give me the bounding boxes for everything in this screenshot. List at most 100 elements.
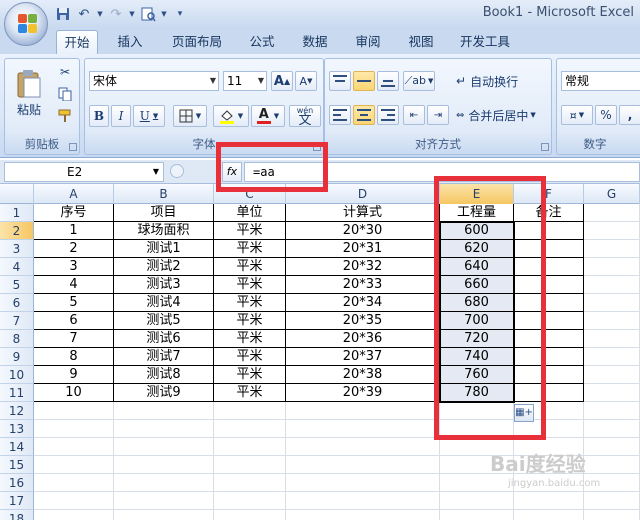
tab-formulas[interactable]: 公式 [240, 30, 284, 54]
customize-icon[interactable]: ▾ [171, 5, 189, 23]
chevron-down-icon[interactable]: ▼ [96, 5, 104, 23]
sheet-cell[interactable]: 20*35 [286, 312, 440, 330]
sheet-cell[interactable] [114, 420, 214, 438]
accounting-button[interactable]: ¤ ▼ [561, 105, 593, 125]
header-cell[interactable]: 单位 [214, 204, 286, 222]
name-box[interactable]: E2 ▼ [4, 162, 164, 182]
sheet-cell[interactable] [440, 420, 514, 438]
sheet-cell[interactable]: 20*39 [286, 384, 440, 402]
insert-function-button[interactable]: fx [222, 162, 242, 182]
sheet-cell[interactable]: 9 [34, 366, 114, 384]
sheet-cell[interactable]: 平米 [214, 312, 286, 330]
row-header-6[interactable]: 6 [0, 294, 34, 312]
sheet-cell[interactable] [440, 510, 514, 520]
sheet-cell[interactable] [286, 402, 440, 420]
alignment-launcher-icon[interactable] [541, 143, 549, 151]
shrink-font-button[interactable]: A ▼ [295, 71, 317, 91]
sheet-cell[interactable] [114, 510, 214, 520]
sheet-cell[interactable] [34, 474, 114, 492]
sheet-cell[interactable]: 20*34 [286, 294, 440, 312]
sheet-cell[interactable] [584, 330, 640, 348]
sheet-cell[interactable] [584, 456, 640, 474]
font-launcher-icon[interactable] [313, 143, 321, 151]
sheet-cell[interactable]: 20*36 [286, 330, 440, 348]
wrap-text-button[interactable]: ↵ 自动换行 [455, 71, 549, 91]
sheet-cell[interactable]: 660 [440, 276, 514, 294]
tab-home[interactable]: 开始 [56, 30, 98, 54]
sheet-cell[interactable]: 20*38 [286, 366, 440, 384]
row-header-16[interactable]: 16 [0, 474, 34, 492]
sheet-cell[interactable]: 760 [440, 366, 514, 384]
sheet-cell[interactable] [514, 348, 584, 366]
sheet-cell[interactable] [514, 492, 584, 510]
formula-bar-knob[interactable] [170, 164, 184, 178]
sheet-cell[interactable] [584, 492, 640, 510]
sheet-cell[interactable] [440, 402, 514, 420]
sheet-cell[interactable] [114, 402, 214, 420]
sheet-cell[interactable] [286, 492, 440, 510]
sheet-cell[interactable] [34, 438, 114, 456]
sheet-cell[interactable]: 平米 [214, 384, 286, 402]
underline-button[interactable]: U ▼ [133, 105, 165, 127]
sheet-cell[interactable]: 测试1 [114, 240, 214, 258]
row-header-3[interactable]: 3 [0, 240, 34, 258]
sheet-cell[interactable]: 20*31 [286, 240, 440, 258]
row-header-7[interactable]: 7 [0, 312, 34, 330]
column-header-c[interactable]: C [214, 184, 286, 204]
sheet-cell[interactable] [114, 456, 214, 474]
redo-icon[interactable]: ↷ [107, 5, 125, 23]
sheet-cell[interactable]: 20*32 [286, 258, 440, 276]
column-header-f[interactable]: F [514, 184, 584, 204]
sheet-cell[interactable]: 球场面积 [114, 222, 214, 240]
sheet-cell[interactable] [584, 312, 640, 330]
sheet-cell[interactable] [34, 420, 114, 438]
select-all-corner[interactable] [0, 184, 34, 204]
sheet-cell[interactable] [34, 492, 114, 510]
sheet-cell[interactable] [286, 420, 440, 438]
sheet-cell[interactable] [514, 222, 584, 240]
row-header-17[interactable]: 17 [0, 492, 34, 510]
font-color-button[interactable]: A ▼ [251, 105, 285, 127]
sheet-cell[interactable] [514, 258, 584, 276]
sheet-cell[interactable] [584, 384, 640, 402]
sheet-cell[interactable] [286, 456, 440, 474]
borders-button[interactable]: ▼ [173, 105, 207, 127]
chevron-down-icon[interactable]: ▼ [160, 5, 168, 23]
row-header-2[interactable]: 2 [0, 222, 34, 240]
align-middle-button[interactable] [353, 71, 375, 91]
print-preview-icon[interactable] [139, 5, 157, 23]
clipboard-launcher-icon[interactable] [69, 143, 77, 151]
sheet-cell[interactable] [34, 456, 114, 474]
sheet-cell[interactable] [214, 456, 286, 474]
column-header-b[interactable]: B [114, 184, 214, 204]
paste-options-icon[interactable]: ▦+ [514, 404, 534, 422]
sheet-cell[interactable]: 平米 [214, 366, 286, 384]
sheet-cell[interactable]: 平米 [214, 330, 286, 348]
sheet-cell[interactable]: 平米 [214, 222, 286, 240]
sheet-cell[interactable]: 测试5 [114, 312, 214, 330]
sheet-cell[interactable] [214, 510, 286, 520]
sheet-cell[interactable] [514, 420, 584, 438]
sheet-cell[interactable]: 4 [34, 276, 114, 294]
sheet-cell[interactable]: 20*33 [286, 276, 440, 294]
row-header-14[interactable]: 14 [0, 438, 34, 456]
tab-view[interactable]: 视图 [399, 30, 443, 54]
grow-font-button[interactable]: A ▲ [271, 71, 293, 91]
sheet-cell[interactable] [114, 474, 214, 492]
row-header-9[interactable]: 9 [0, 348, 34, 366]
sheet-cell[interactable]: 600 [440, 222, 514, 240]
cut-icon[interactable]: ✂ [55, 63, 75, 81]
sheet-cell[interactable] [114, 438, 214, 456]
sheet-cell[interactable]: 测试7 [114, 348, 214, 366]
number-format-combo[interactable]: 常规 [561, 71, 640, 91]
office-button[interactable] [4, 2, 48, 46]
sheet-cell[interactable]: 测试6 [114, 330, 214, 348]
percent-button[interactable]: % [595, 105, 617, 125]
sheet-cell[interactable] [584, 366, 640, 384]
align-left-button[interactable] [329, 105, 351, 125]
sheet-cell[interactable] [286, 438, 440, 456]
sheet-cell[interactable] [584, 222, 640, 240]
sheet-cell[interactable]: 2 [34, 240, 114, 258]
sheet-cell[interactable]: 测试8 [114, 366, 214, 384]
paste-button[interactable]: 粘贴 [11, 63, 47, 123]
